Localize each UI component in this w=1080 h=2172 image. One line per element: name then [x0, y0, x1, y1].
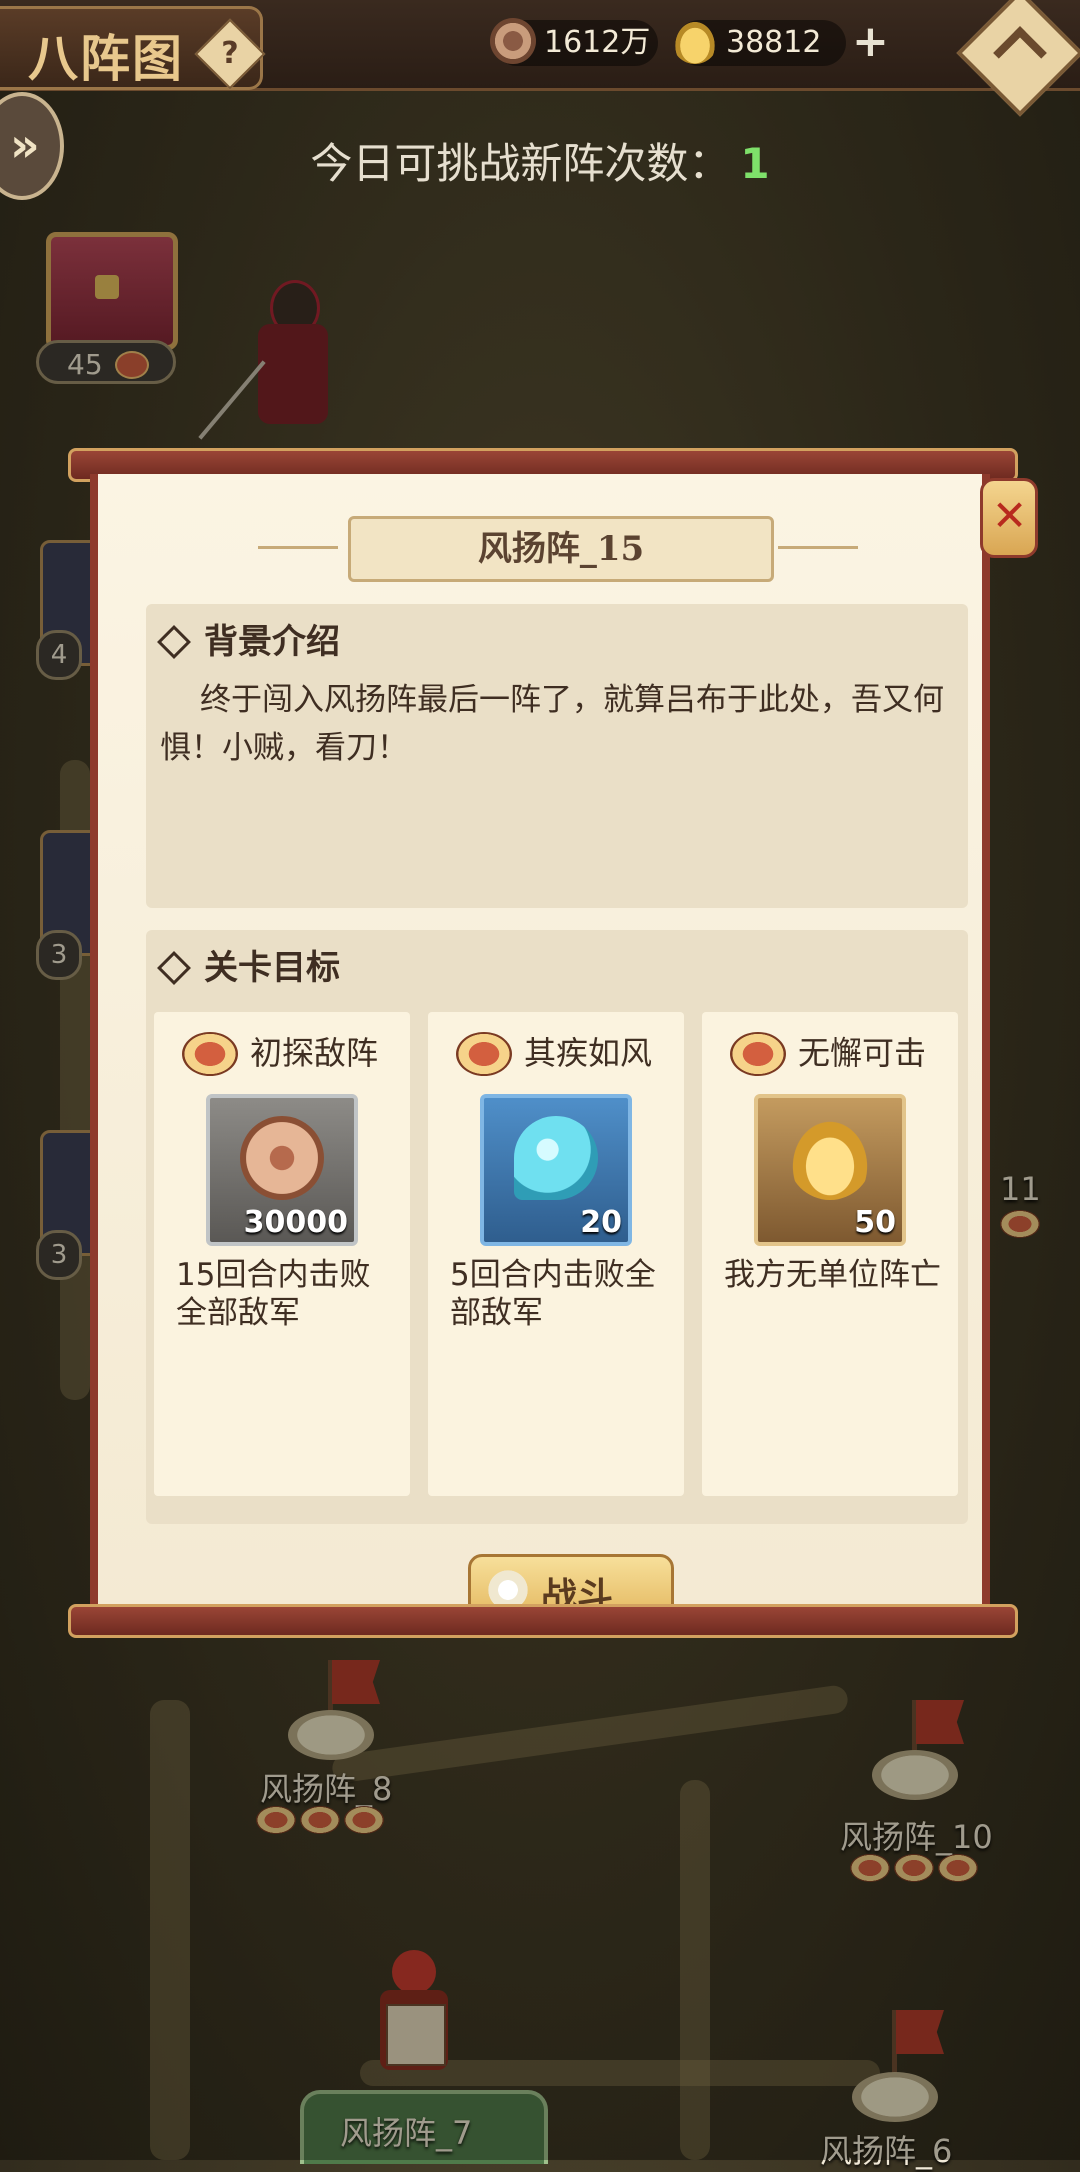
background-text: 终于闯入风扬阵最后一阵了，就算吕布于此处，吾又何惧！小贼，看刀！	[160, 682, 944, 766]
goal-description: 我方无单位阵亡	[724, 1257, 941, 1293]
coin-amount: 1612万	[544, 25, 651, 60]
reward-quantity: 30000	[243, 1205, 348, 1240]
coin-icon	[490, 18, 536, 64]
gold-ingot-icon	[672, 18, 718, 64]
goals-section: 关卡目标 初探敌阵 30000 15回合内击败全部敌军 其疾如风 20 5回合内…	[146, 930, 968, 1524]
star-icon	[730, 1032, 786, 1076]
ingot-counter: 38812	[672, 18, 846, 66]
coin-counter: 1612万	[490, 18, 658, 66]
goal-card: 无懈可击 50 我方无单位阵亡	[702, 1012, 958, 1496]
dialog-paper: 风扬阵_15 背景介绍 终于闯入风扬阵最后一阵了，就算吕布于此处，吾又何惧！小贼…	[90, 474, 990, 1630]
goal-name: 初探敌阵	[250, 1034, 379, 1072]
close-button[interactable]: ✕	[980, 478, 1038, 558]
top-bar: 八阵图 ? 1612万 38812 +	[0, 0, 1080, 117]
page-title-plate: 八阵图 ?	[0, 6, 266, 90]
goal-name: 其疾如风	[524, 1034, 653, 1072]
reward-item[interactable]: 30000	[206, 1094, 358, 1246]
ingot-amount: 38812	[726, 25, 822, 60]
coin-icon	[240, 1116, 324, 1200]
add-currency-button[interactable]: +	[852, 18, 889, 66]
reward-item[interactable]: 20	[480, 1094, 632, 1246]
reward-item[interactable]: 50	[754, 1094, 906, 1246]
goal-description: 15回合内击败全部敌军	[176, 1257, 371, 1331]
star-icon	[182, 1032, 238, 1076]
goal-card: 其疾如风 20 5回合内击败全部敌军	[428, 1012, 684, 1496]
page-title: 八阵图	[28, 29, 184, 88]
help-icon[interactable]: ?	[194, 18, 266, 90]
goal-description: 5回合内击败全部敌军	[450, 1257, 656, 1331]
diamond-icon	[157, 951, 191, 985]
stage-title: 风扬阵_15	[348, 516, 774, 582]
goal-name: 无懈可击	[798, 1034, 927, 1072]
close-icon: ✕	[992, 491, 1028, 540]
star-icon	[456, 1032, 512, 1076]
goals-heading: 关卡目标	[152, 940, 340, 989]
stage-dialog: 风扬阵_15 背景介绍 终于闯入风扬阵最后一阵了，就算吕布于此处，吾又何惧！小贼…	[68, 448, 1038, 1638]
goal-card: 初探敌阵 30000 15回合内击败全部敌军	[154, 1012, 410, 1496]
scroll-rod-bottom	[68, 1604, 1018, 1638]
reward-quantity: 50	[854, 1205, 896, 1240]
water-drop-icon	[514, 1116, 598, 1200]
reward-quantity: 20	[580, 1205, 622, 1240]
gold-ingot-icon	[788, 1116, 872, 1200]
background-heading: 背景介绍	[152, 614, 340, 663]
challenge-count: 1	[740, 139, 770, 188]
background-section: 背景介绍 终于闯入风扬阵最后一阵了，就算吕布于此处，吾又何惧！小贼，看刀！	[146, 604, 968, 908]
challenge-count-label: 今日可挑战新阵次数： 1	[310, 139, 770, 188]
diamond-icon	[157, 625, 191, 659]
